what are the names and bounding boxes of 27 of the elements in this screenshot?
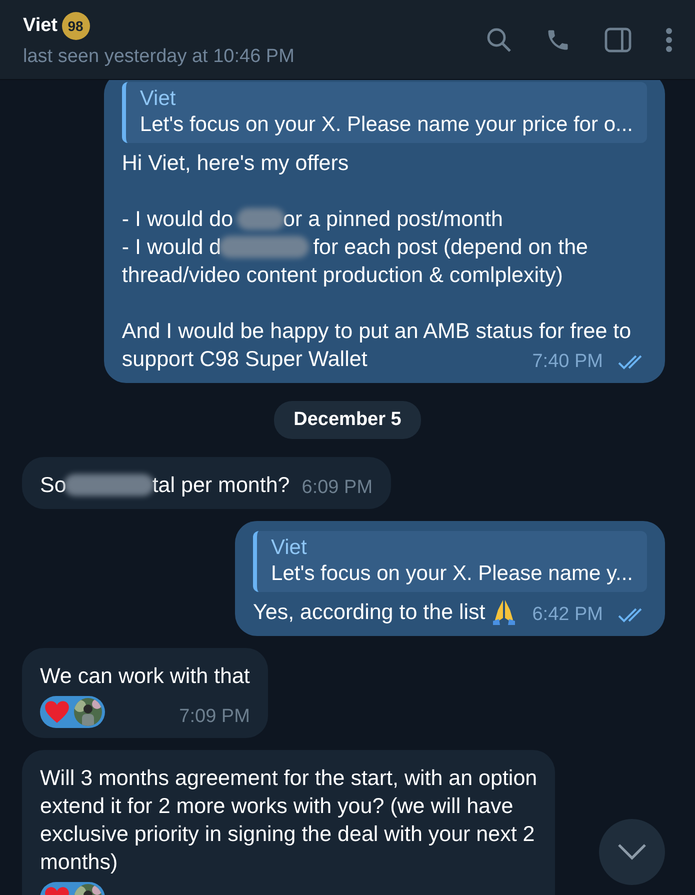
message-text: Hi Viet, here's my offers xyxy=(122,150,350,176)
message-text: - I would d for each post (depend on the xyxy=(122,234,589,260)
message-time: 7:09 PM xyxy=(179,706,250,728)
message-text: support C98 Super Wallet xyxy=(122,346,368,372)
message-time: 6:42 PM xyxy=(532,604,603,626)
message-text: So tal per month? xyxy=(40,472,290,498)
reply-author: Viet xyxy=(140,87,177,111)
contact-name: Viet xyxy=(23,14,58,36)
reply-text: Let's focus on your X. Please name y... xyxy=(271,562,633,586)
last-seen-status: last seen yesterday at 10:46 PM xyxy=(23,46,296,68)
message-time: 6:09 PM xyxy=(302,477,373,499)
message-text: - I would do or a pinned post/month xyxy=(122,206,504,232)
message-time: 7:40 PM xyxy=(532,351,603,373)
reply-quote[interactable]: Viet Let's focus on your X. Please name y... xyxy=(253,531,647,592)
message-text: extend it for 2 more works with you? (we will have xyxy=(40,792,514,820)
date-separator: December 5 xyxy=(274,401,422,439)
status-badge: 98 xyxy=(62,12,90,40)
reply-author: Viet xyxy=(271,536,308,560)
message-text: exclusive priority in signing the deal with your next 2 xyxy=(40,820,536,848)
message-text: thread/video content production & comlplexity) xyxy=(122,262,564,288)
message-text: Yes, according to the list xyxy=(253,598,518,626)
message-text: We can work with that xyxy=(40,662,250,690)
message-text: And I would be happy to put an AMB status for free to xyxy=(122,318,632,344)
message-text: months) xyxy=(40,848,119,876)
reply-text: Let's focus on your X. Please name your price for o... xyxy=(140,113,633,137)
reply-quote[interactable]: Viet Let's focus on your X. Please name your price for o... xyxy=(122,82,647,143)
message-text: Will 3 months agreement for the start, with an option xyxy=(40,764,538,792)
